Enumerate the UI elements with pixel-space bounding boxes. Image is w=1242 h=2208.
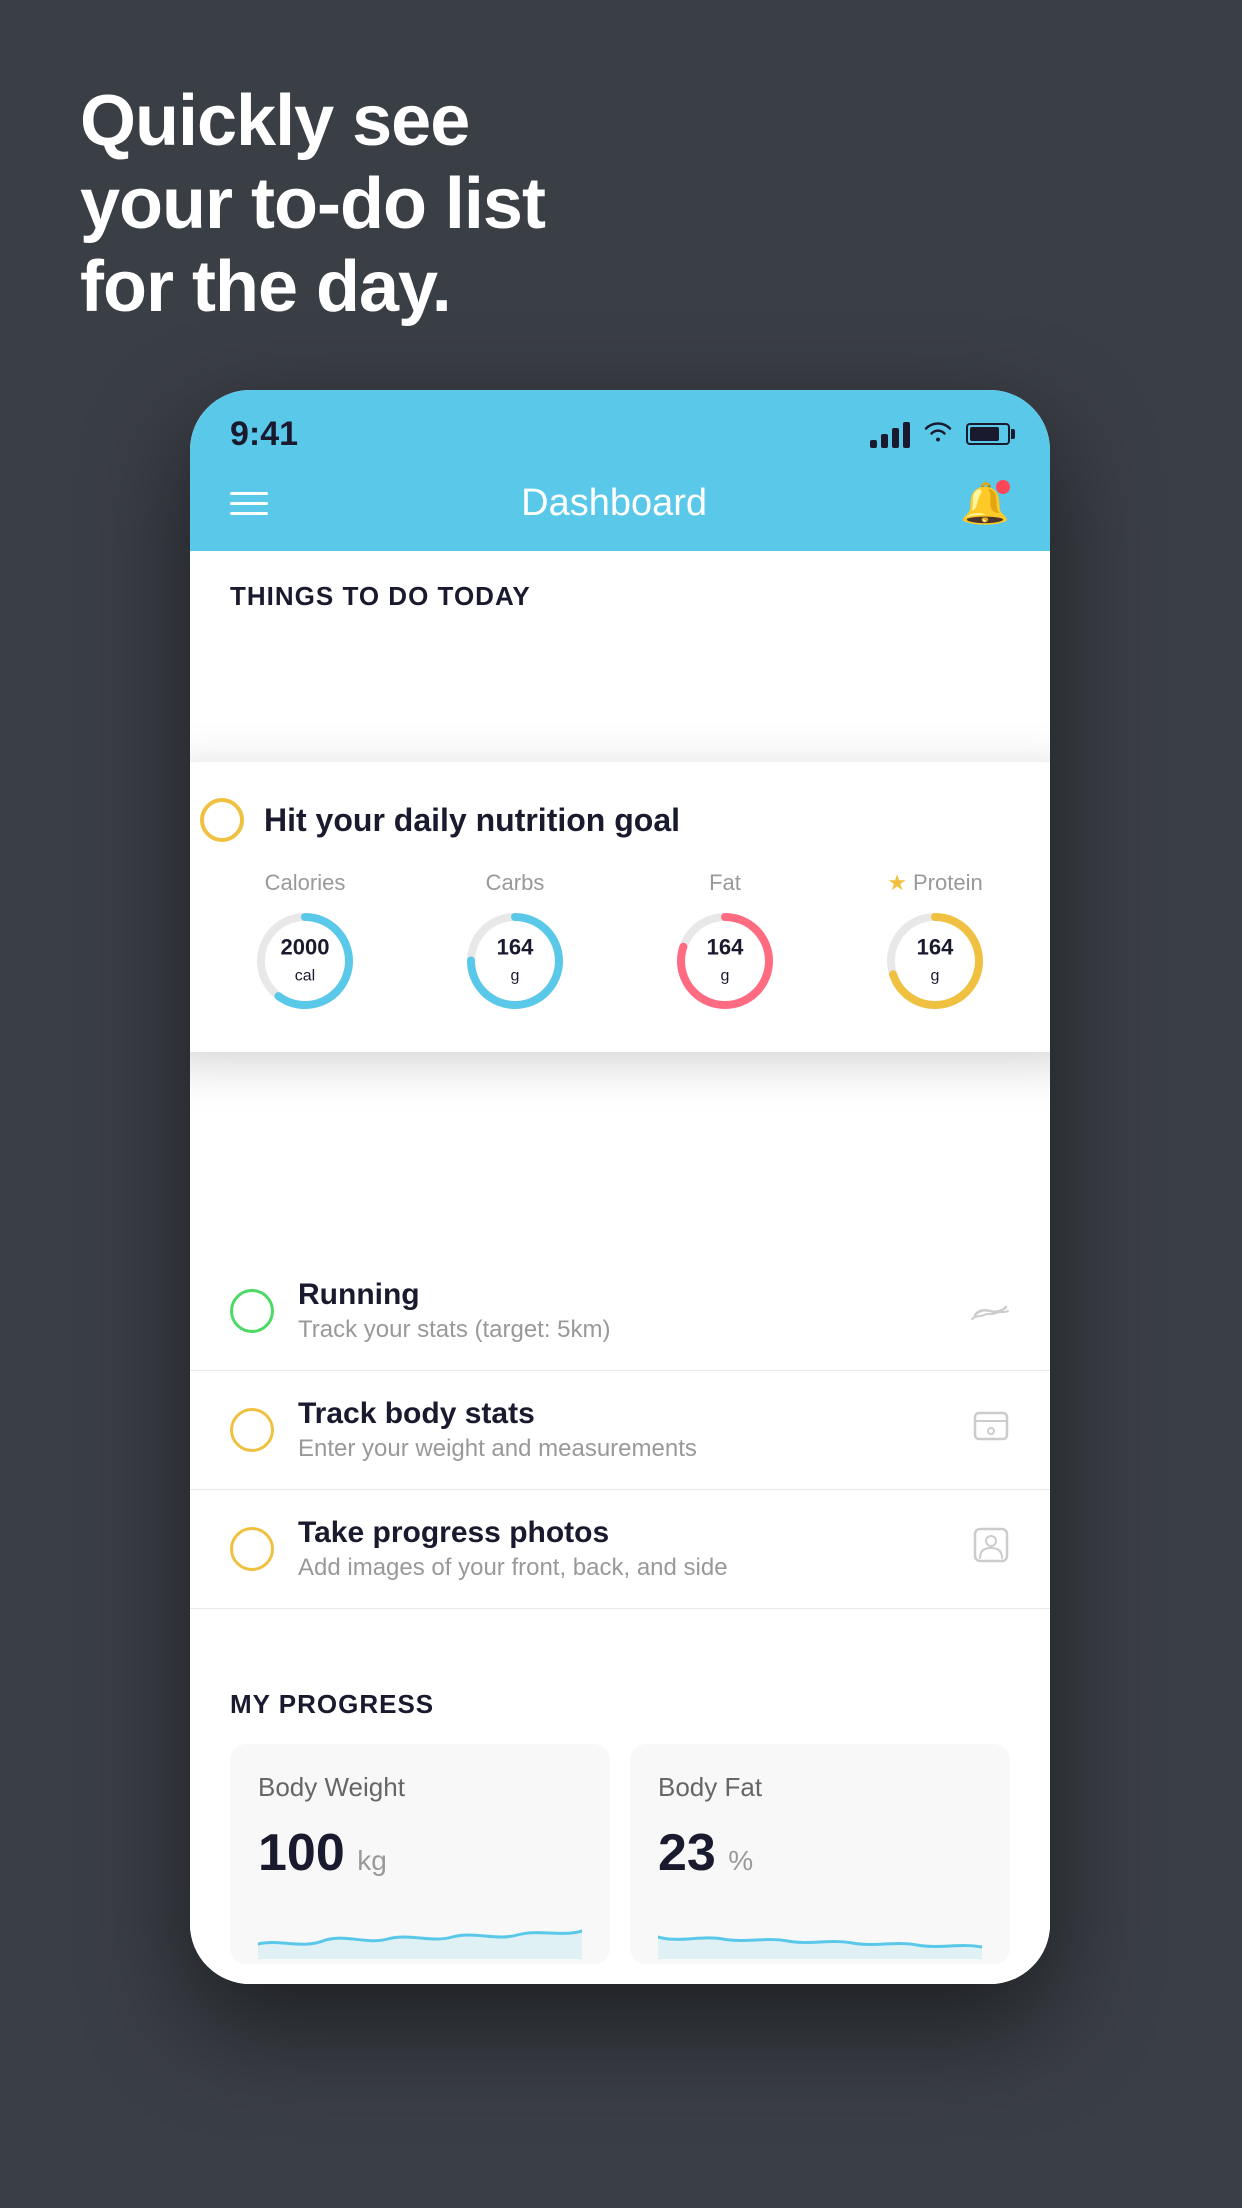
photos-text: Take progress photos Add images of your … <box>298 1516 948 1582</box>
body-weight-value: 100 <box>258 1824 345 1882</box>
body-weight-title: Body Weight <box>258 1772 582 1803</box>
hamburger-menu[interactable] <box>230 492 268 515</box>
body-weight-card[interactable]: Body Weight 100 kg <box>230 1744 610 1964</box>
protein-item: ★ Protein 164g <box>880 870 990 1016</box>
running-subtitle: Track your stats (target: 5km) <box>298 1316 946 1344</box>
section-header: THINGS TO DO TODAY <box>190 551 1050 632</box>
calories-item: Calories 2000cal <box>250 870 360 1016</box>
bell-button[interactable]: 🔔 <box>960 480 1010 527</box>
body-stats-subtitle: Enter your weight and measurements <box>298 1435 948 1463</box>
signal-bars-icon <box>870 420 910 448</box>
body-stats-title: Track body stats <box>298 1397 948 1431</box>
photos-subtitle: Add images of your front, back, and side <box>298 1554 948 1582</box>
body-weight-chart <box>258 1899 582 1959</box>
calories-value: 2000cal <box>281 935 330 988</box>
protein-ring: 164g <box>880 906 990 1016</box>
body-stats-text: Track body stats Enter your weight and m… <box>298 1397 948 1463</box>
star-icon: ★ <box>887 870 907 896</box>
fat-ring: 164g <box>670 906 780 1016</box>
carbs-ring: 164g <box>460 906 570 1016</box>
battery-icon <box>966 423 1010 445</box>
running-text: Running Track your stats (target: 5km) <box>298 1278 946 1344</box>
status-bar: 9:41 <box>190 390 1050 460</box>
progress-section: MY PROGRESS Body Weight 100 kg B <box>190 1649 1050 1984</box>
progress-header: MY PROGRESS <box>230 1689 1010 1720</box>
nutrition-card: Hit your daily nutrition goal Calories 2… <box>190 762 1050 1052</box>
scale-icon <box>972 1407 1010 1454</box>
fat-item: Fat 164g <box>670 870 780 1016</box>
body-stats-circle <box>230 1408 274 1452</box>
fat-label: Fat <box>709 870 741 896</box>
calories-label: Calories <box>265 870 346 896</box>
goal-circle-check[interactable] <box>200 798 244 842</box>
running-title: Running <box>298 1278 946 1312</box>
app-content: THINGS TO DO TODAY Hit your daily nutrit… <box>190 551 1050 1984</box>
body-weight-unit: kg <box>357 1845 387 1876</box>
person-icon <box>972 1526 1010 1573</box>
carbs-value: 164g <box>497 935 534 988</box>
body-fat-value-row: 23 % <box>658 1823 982 1883</box>
fat-value: 164g <box>707 935 744 988</box>
protein-value: 164g <box>917 935 954 988</box>
status-icons <box>870 418 1010 450</box>
body-fat-value: 23 <box>658 1824 716 1882</box>
nutrition-row: Calories 2000cal Carbs <box>200 870 1040 1016</box>
status-time: 9:41 <box>230 415 298 454</box>
photos-circle <box>230 1527 274 1571</box>
card-title: Hit your daily nutrition goal <box>264 802 680 839</box>
todo-item-running[interactable]: Running Track your stats (target: 5km) <box>190 1252 1050 1371</box>
nav-bar: Dashboard 🔔 <box>190 460 1050 551</box>
card-title-row: Hit your daily nutrition goal <box>200 798 1040 842</box>
protein-label-row: ★ Protein <box>887 870 982 896</box>
things-to-do-title: THINGS TO DO TODAY <box>230 581 531 611</box>
notification-dot <box>996 480 1010 494</box>
phone-mockup: 9:41 Dashboard <box>190 390 1050 1984</box>
carbs-label: Carbs <box>486 870 545 896</box>
wifi-icon <box>922 418 954 450</box>
todo-item-photos[interactable]: Take progress photos Add images of your … <box>190 1490 1050 1609</box>
calories-ring: 2000cal <box>250 906 360 1016</box>
protein-label: Protein <box>913 870 983 896</box>
hero-text: Quickly see your to-do list for the day. <box>80 80 545 328</box>
body-fat-unit: % <box>728 1845 753 1876</box>
body-fat-title: Body Fat <box>658 1772 982 1803</box>
todo-item-body-stats[interactable]: Track body stats Enter your weight and m… <box>190 1371 1050 1490</box>
carbs-item: Carbs 164g <box>460 870 570 1016</box>
running-icon <box>970 1290 1010 1332</box>
nav-title: Dashboard <box>521 482 707 525</box>
body-fat-card[interactable]: Body Fat 23 % <box>630 1744 1010 1964</box>
photos-title: Take progress photos <box>298 1516 948 1550</box>
running-circle <box>230 1289 274 1333</box>
body-weight-value-row: 100 kg <box>258 1823 582 1883</box>
body-fat-chart <box>658 1899 982 1959</box>
progress-cards: Body Weight 100 kg Body Fat 23 % <box>230 1744 1010 1984</box>
